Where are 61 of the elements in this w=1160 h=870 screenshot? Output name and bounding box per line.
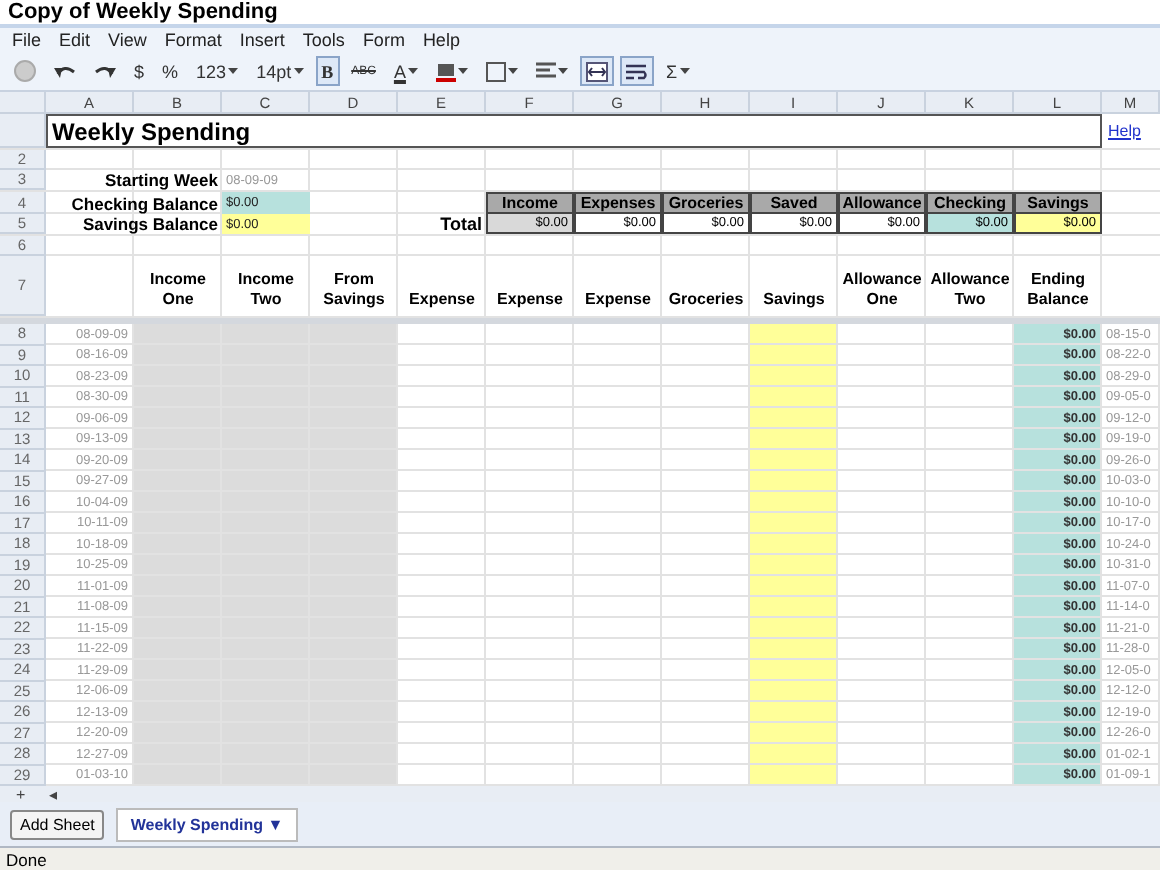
summary-heading: Savings: [1014, 192, 1102, 214]
summary-heading: Income: [486, 192, 574, 214]
column-heading: Expense: [583, 288, 653, 312]
align-icon: [535, 62, 556, 80]
column-heading: Allowance One: [840, 268, 924, 312]
format-button[interactable]: $: [128, 56, 151, 86]
caret-icon: [293, 68, 304, 74]
undo-icon: [54, 62, 76, 80]
fill-color-icon: [435, 61, 456, 81]
menu-item[interactable]: Format: [160, 30, 236, 50]
menu-item[interactable]: Help: [418, 30, 474, 50]
column-heading: Ending Balance: [1025, 268, 1091, 312]
caret-icon: [557, 68, 568, 74]
status-text: Done: [6, 850, 47, 870]
menu-item[interactable]: Form: [358, 30, 419, 50]
document-title: Copy of Weekly Spending: [8, 0, 278, 24]
menu-item[interactable]: File: [8, 30, 56, 50]
caret-icon: [679, 68, 690, 74]
caret-icon: [507, 68, 518, 74]
menu-item[interactable]: Edit: [55, 30, 105, 50]
menu-item[interactable]: Insert: [235, 30, 299, 50]
wrap-button[interactable]: [619, 56, 654, 86]
format-button[interactable]: %: [156, 56, 185, 86]
column-heading: Allowance Two: [928, 268, 1012, 312]
caret-icon: [407, 68, 418, 74]
merge-cells-icon: [585, 61, 608, 81]
column-heading: Groceries: [666, 288, 746, 312]
help-link[interactable]: Help: [1108, 122, 1141, 140]
total-label: Total: [438, 214, 484, 234]
summary-heading: Groceries: [662, 192, 750, 214]
field-label: Savings Balance: [80, 214, 220, 234]
dropdown-button[interactable]: 14pt: [250, 56, 310, 86]
add-rows-button[interactable]: +: [16, 785, 26, 803]
column-heading: Income One: [147, 268, 208, 312]
text-color-button[interactable]: A: [387, 56, 424, 86]
caret-icon: [457, 68, 468, 74]
column-heading: Savings: [761, 288, 827, 312]
caret-icon: [228, 68, 239, 74]
borders-icon: [485, 61, 506, 81]
dropdown-button[interactable]: Σ: [659, 56, 696, 86]
column-heading: Expense: [495, 288, 565, 312]
column-heading: From Savings: [321, 268, 387, 312]
bold-button[interactable]: B: [315, 56, 340, 86]
column-heading: Expense: [407, 288, 477, 312]
summary-heading: Allowance: [838, 192, 926, 214]
add-sheet-button[interactable]: Add Sheet: [10, 809, 105, 839]
merge-button[interactable]: [579, 56, 614, 86]
summary-heading: Saved: [750, 192, 838, 214]
menu-item[interactable]: Tools: [298, 30, 359, 50]
wrap-text-icon: [625, 61, 648, 81]
redo-icon: [94, 62, 116, 80]
column-heading: Income Two: [235, 268, 296, 312]
summary-heading: Expenses: [574, 192, 662, 214]
sheet-title: Weekly Spending: [46, 114, 1102, 148]
sheet-tab[interactable]: Weekly Spending ▼: [116, 807, 298, 841]
menu-item[interactable]: View: [104, 30, 161, 50]
field-label: Checking Balance: [69, 192, 220, 214]
field-label: Starting Week: [102, 170, 220, 190]
scroll-left-button[interactable]: ◂: [49, 785, 58, 803]
summary-heading: Checking: [926, 192, 1014, 214]
dropdown-button[interactable]: 123: [190, 56, 245, 86]
